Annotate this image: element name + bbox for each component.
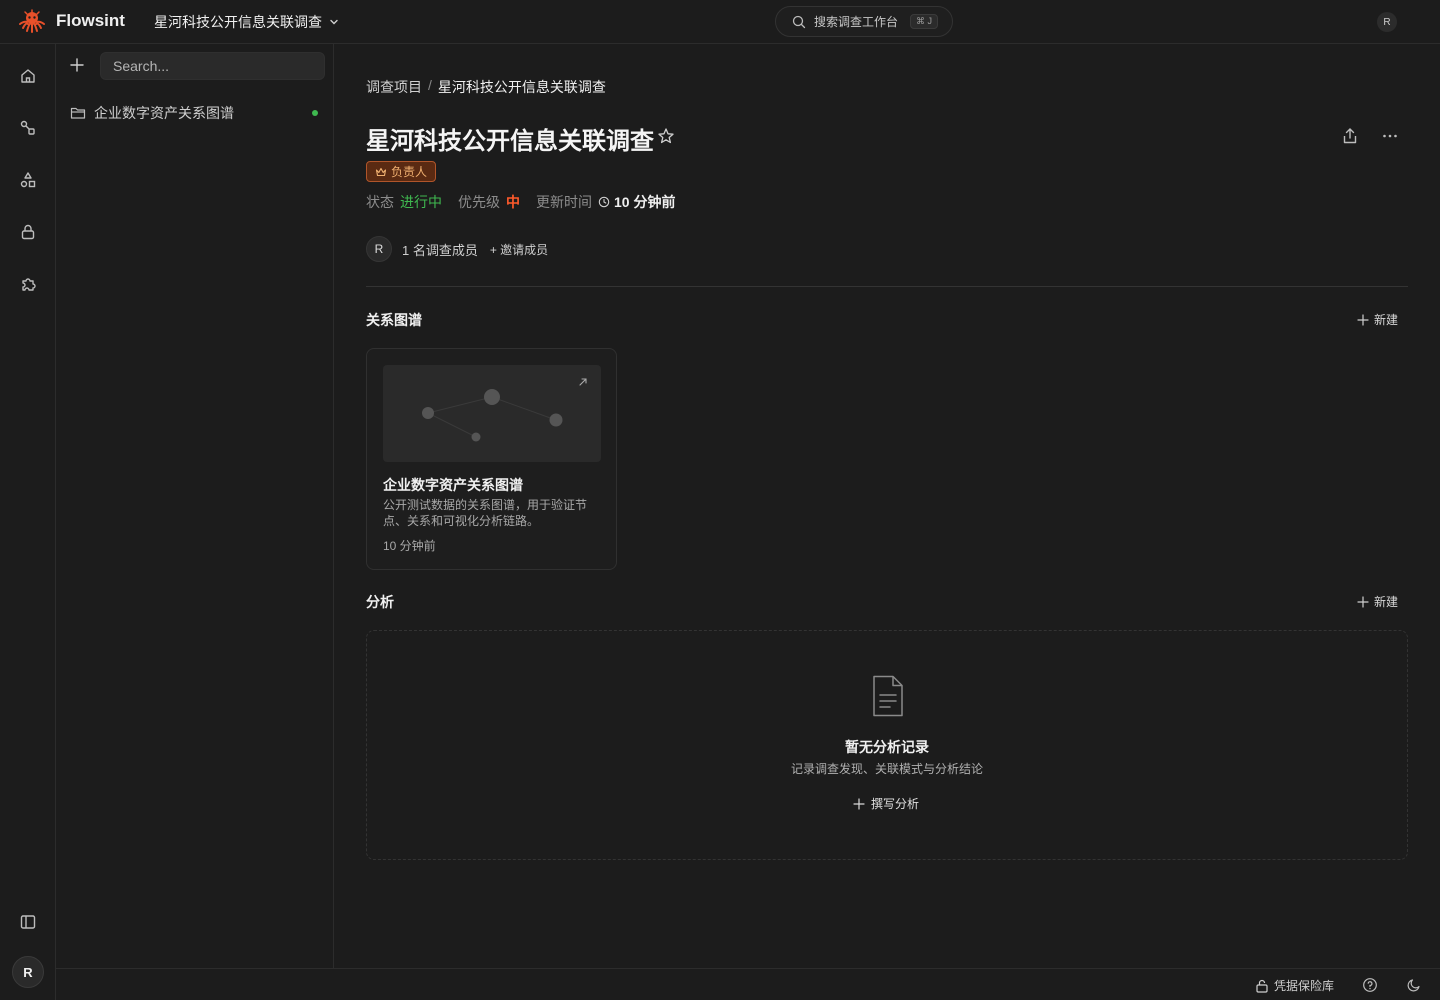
write-analysis-label: 撰写分析 bbox=[871, 797, 920, 811]
breadcrumb: 调查项目 / 星河科技公开信息关联调查 bbox=[366, 77, 606, 97]
graphs-section-title: 关系图谱 bbox=[366, 312, 422, 328]
graph-icon[interactable] bbox=[19, 119, 37, 137]
empty-state-title: 暂无分析记录 bbox=[845, 739, 929, 755]
lock-open-icon bbox=[1256, 979, 1268, 993]
chevron-down-icon bbox=[330, 19, 338, 25]
status-dot bbox=[312, 110, 318, 116]
priority-label: 优先级 bbox=[458, 194, 500, 210]
graph-thumbnail bbox=[383, 365, 601, 462]
role-badge-label: 负责人 bbox=[391, 165, 428, 179]
updated-value: 10 分钟前 bbox=[598, 192, 675, 212]
member-count: 1 名调查成员 bbox=[402, 242, 478, 258]
priority-value: 中 bbox=[506, 194, 520, 210]
credential-vault-button[interactable]: 凭据保险库 bbox=[1255, 977, 1334, 994]
clock-icon bbox=[598, 196, 610, 208]
write-analysis-button[interactable]: 撰写分析 bbox=[853, 795, 919, 812]
credential-vault-label: 凭据保险库 bbox=[1274, 979, 1335, 993]
updated-value-text: 10 分钟前 bbox=[614, 194, 676, 210]
updated-label: 更新时间 bbox=[536, 194, 592, 210]
top-bar: Flowsint 星河科技公开信息关联调查 搜索调查工作台 ⌘ J R bbox=[0, 0, 1440, 44]
invite-member-button[interactable]: + 邀请成员 bbox=[490, 241, 548, 258]
breadcrumb-current: 星河科技公开信息关联调查 bbox=[437, 79, 606, 95]
sidebar-item-label: 企业数字资产关系图谱 bbox=[94, 105, 234, 121]
breadcrumb-parent[interactable]: 调查项目 bbox=[366, 77, 422, 97]
new-graph-label: 新建 bbox=[1373, 313, 1398, 327]
new-graph-button[interactable]: 新建 bbox=[1357, 311, 1398, 328]
member-avatar[interactable]: R bbox=[366, 236, 392, 262]
lock-icon[interactable] bbox=[19, 223, 37, 241]
octopus-logo-icon[interactable] bbox=[18, 9, 46, 35]
project-switcher[interactable]: 星河科技公开信息关联调查 bbox=[154, 12, 340, 32]
sidebar-item-graph[interactable]: 企业数字资产关系图谱 bbox=[70, 102, 324, 124]
help-icon[interactable] bbox=[1362, 977, 1378, 993]
graph-card[interactable]: 企业数字资产关系图谱 公开测试数据的关系图谱，用于验证节点、关系和可视化分析链路… bbox=[366, 348, 617, 570]
graph-card-description: 公开测试数据的关系图谱，用于验证节点、关系和可视化分析链路。 bbox=[383, 498, 588, 528]
status-value: 进行中 bbox=[400, 194, 442, 210]
crown-icon bbox=[375, 167, 387, 176]
user-avatar[interactable]: R bbox=[1377, 12, 1397, 32]
moon-icon[interactable] bbox=[1406, 977, 1422, 993]
plus-icon bbox=[853, 797, 865, 810]
members-row: R 1 名调查成员 + 邀请成员 bbox=[366, 236, 548, 262]
puzzle-icon[interactable] bbox=[19, 275, 37, 293]
new-analysis-button[interactable]: 新建 bbox=[1357, 593, 1398, 610]
new-analysis-label: 新建 bbox=[1373, 595, 1398, 609]
more-icon[interactable] bbox=[1381, 127, 1399, 145]
user-avatar-rail[interactable]: R bbox=[12, 956, 44, 988]
share-icon[interactable] bbox=[1341, 127, 1359, 145]
sidebar-search-input[interactable] bbox=[100, 52, 325, 80]
divider bbox=[366, 286, 1408, 287]
plus-icon[interactable] bbox=[69, 57, 85, 73]
breadcrumb-separator: / bbox=[428, 77, 432, 93]
page-title: 星河科技公开信息关联调查 bbox=[366, 128, 654, 155]
sidebar-toggle-icon[interactable] bbox=[19, 913, 37, 931]
shapes-icon[interactable] bbox=[19, 171, 37, 189]
folder-icon bbox=[70, 107, 86, 119]
graph-card-title: 企业数字资产关系图谱 bbox=[383, 477, 523, 493]
plus-icon bbox=[1357, 595, 1369, 608]
meta-row: 状态 进行中 优先级 中 更新时间 10 分钟前 bbox=[366, 192, 675, 212]
analysis-empty-state: 暂无分析记录 记录调查发现、关联模式与分析结论 撰写分析 bbox=[366, 630, 1408, 860]
document-icon bbox=[873, 675, 903, 717]
graph-preview-illustration bbox=[422, 378, 587, 442]
home-icon[interactable] bbox=[19, 67, 37, 85]
graph-card-time: 10 分钟前 bbox=[383, 539, 436, 553]
sidebar: 企业数字资产关系图谱 bbox=[56, 44, 334, 968]
empty-state-subtitle: 记录调查发现、关联模式与分析结论 bbox=[790, 762, 983, 776]
nav-rail: R bbox=[0, 44, 56, 1000]
role-badge: 负责人 bbox=[366, 161, 437, 182]
star-icon[interactable] bbox=[657, 127, 675, 145]
status-bar: 凭据保险库 bbox=[56, 968, 1440, 1000]
analysis-section-title: 分析 bbox=[366, 594, 394, 610]
brand-name: Flowsint bbox=[56, 11, 125, 30]
project-switcher-label: 星河科技公开信息关联调查 bbox=[154, 14, 322, 30]
shortcut-badge: ⌘ J bbox=[910, 14, 939, 29]
search-icon bbox=[792, 15, 806, 28]
command-search[interactable]: 搜索调查工作台 ⌘ J bbox=[775, 6, 953, 37]
status-label: 状态 bbox=[366, 194, 394, 210]
plus-icon bbox=[1357, 313, 1369, 326]
command-search-label: 搜索调查工作台 bbox=[814, 15, 899, 29]
